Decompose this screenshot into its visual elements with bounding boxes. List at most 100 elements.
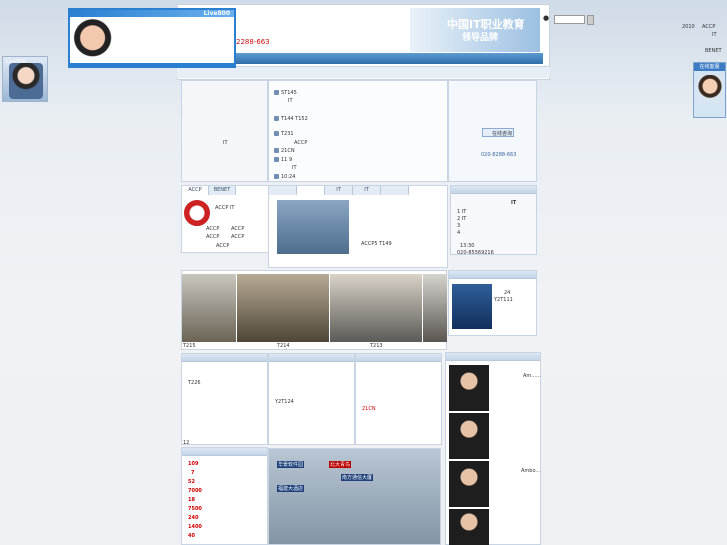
photo-caption: T215	[183, 343, 196, 349]
tab-1[interactable]	[269, 186, 297, 195]
right-info-line: 3	[457, 223, 461, 229]
accp-link[interactable]: ACCP	[206, 234, 219, 240]
service-avatar	[697, 75, 723, 103]
left-chat-widget[interactable]: Live800	[2, 56, 48, 102]
price-value[interactable]: 52	[188, 479, 195, 485]
right-info-line: 13:30	[460, 243, 475, 249]
price-value[interactable]: 7500	[188, 506, 202, 512]
news-item[interactable]: 10:24	[274, 174, 295, 180]
news-item[interactable]: ST145	[274, 90, 297, 96]
price-value[interactable]: 240	[188, 515, 198, 521]
left-chat-label: Live800	[6, 59, 26, 65]
avatar	[9, 63, 43, 99]
list-col-1-header	[182, 354, 267, 362]
doc-icon	[274, 131, 279, 136]
list-col-3-header	[356, 354, 441, 362]
doc-icon	[274, 90, 279, 95]
right-small-line: Y2T111	[494, 297, 513, 303]
tab-accp[interactable]: ACCP	[182, 186, 209, 195]
list-col-3: 21CN	[355, 353, 442, 445]
news-item[interactable]: 11 9	[274, 157, 292, 163]
online-service-title: 在线客服	[694, 63, 725, 71]
list-item[interactable]: T226	[188, 380, 201, 386]
accp-intro: ACCP IT	[215, 205, 235, 211]
doc-icon	[274, 148, 279, 153]
class-photo[interactable]	[237, 274, 329, 342]
right-info-title: IT	[511, 200, 517, 206]
mid-caption[interactable]: ACCP5 T149	[361, 241, 392, 247]
chat-popup-footer	[70, 63, 234, 66]
accp-link[interactable]: ACCP	[216, 243, 229, 249]
doc-icon	[274, 116, 279, 121]
photo-strip: T215 T214 T213	[181, 270, 447, 350]
map-label: 北大青鸟	[329, 461, 352, 468]
person-photo[interactable]	[449, 413, 489, 459]
tab-5[interactable]	[381, 186, 409, 195]
news-item[interactable]: T231	[274, 131, 294, 137]
accp-panel: ACCP BENET ACCP IT ACCP ACCP ACCP ACCP A…	[181, 185, 269, 253]
person-photo[interactable]	[449, 509, 489, 545]
chat-popup-brand: Live800	[203, 10, 230, 17]
accp-link[interactable]: ACCP	[231, 234, 244, 240]
price-value[interactable]: 40	[188, 533, 195, 539]
doc-icon	[274, 157, 279, 162]
news-item[interactable]: ACCP	[294, 140, 307, 146]
right-top-line1: 2010	[682, 24, 695, 30]
news-item[interactable]: IT	[292, 165, 297, 171]
contact-button-label: 在线咨询	[492, 131, 513, 137]
tab-it-2[interactable]: IT	[353, 186, 381, 195]
news-item[interactable]: IT	[288, 98, 293, 104]
list-item[interactable]: 21CN	[362, 406, 376, 412]
banner-line2: 领导品牌	[462, 33, 499, 43]
map-label: 华景软件园	[277, 461, 305, 468]
contact-button[interactable]: 在线咨询	[482, 128, 514, 137]
right-info-panel: IT 1 IT 2 IT 3 4 13:30 020-85569216	[450, 185, 537, 256]
person-photo[interactable]	[449, 365, 489, 411]
tab-2[interactable]	[297, 186, 325, 195]
list-item[interactable]: Y2T124	[275, 399, 294, 405]
accp-link[interactable]: ACCP	[206, 226, 219, 232]
search-button[interactable]	[587, 15, 594, 25]
location-map[interactable]: 华景软件园 北大青鸟 南方通信大厦 福建大酒店	[268, 448, 441, 545]
list-col-1: T226 12	[181, 353, 268, 446]
online-service-widget[interactable]: 在线客服	[693, 62, 726, 118]
price-value[interactable]: 7	[191, 470, 194, 476]
list-col-2-header	[269, 354, 354, 362]
mid-tab-panel: IT IT ACCP5 T149	[268, 185, 448, 268]
search-input[interactable]	[554, 15, 585, 24]
news-item[interactable]: T144 T152	[274, 116, 308, 122]
right-top-line3: IT	[712, 32, 717, 38]
operator-avatar	[71, 19, 119, 66]
right-info-line: 020-85569216	[457, 250, 494, 256]
price-value[interactable]: 1400	[188, 524, 202, 530]
map-label: 福建大酒店	[277, 485, 305, 492]
price-value[interactable]: 18	[188, 497, 195, 503]
price-header	[182, 448, 267, 456]
right-top-line4: BENET	[705, 48, 722, 54]
class-photo[interactable]	[330, 274, 422, 342]
class-photo[interactable]	[182, 274, 236, 342]
right-top-line2: ACCP	[702, 24, 716, 30]
photo-caption: T214	[277, 343, 290, 349]
right-small-header	[449, 271, 536, 279]
header-phone: 2288-663	[236, 38, 270, 46]
news-item[interactable]: 21CN	[274, 148, 295, 154]
list-item[interactable]: 12	[183, 440, 189, 446]
price-value[interactable]: 7000	[188, 488, 202, 494]
price-value[interactable]: 109	[188, 461, 198, 467]
teacher-photo	[277, 200, 349, 254]
people-header	[446, 353, 540, 361]
photo-caption: T213	[370, 343, 383, 349]
search-dot: ●	[543, 14, 550, 22]
accp-link[interactable]: ACCP	[231, 226, 244, 232]
class-photo[interactable]	[423, 274, 447, 342]
doc-icon	[274, 174, 279, 179]
right-info-line: 4	[457, 230, 461, 236]
right-info-line: 1 IT	[457, 209, 467, 215]
course-thumb[interactable]	[452, 284, 492, 329]
tab-it-1[interactable]: IT	[325, 186, 353, 195]
chat-popup[interactable]: Live800	[68, 8, 236, 68]
right-small-line: 24	[504, 290, 511, 296]
tab-benet[interactable]: BENET	[209, 186, 236, 195]
person-photo[interactable]	[449, 461, 489, 507]
